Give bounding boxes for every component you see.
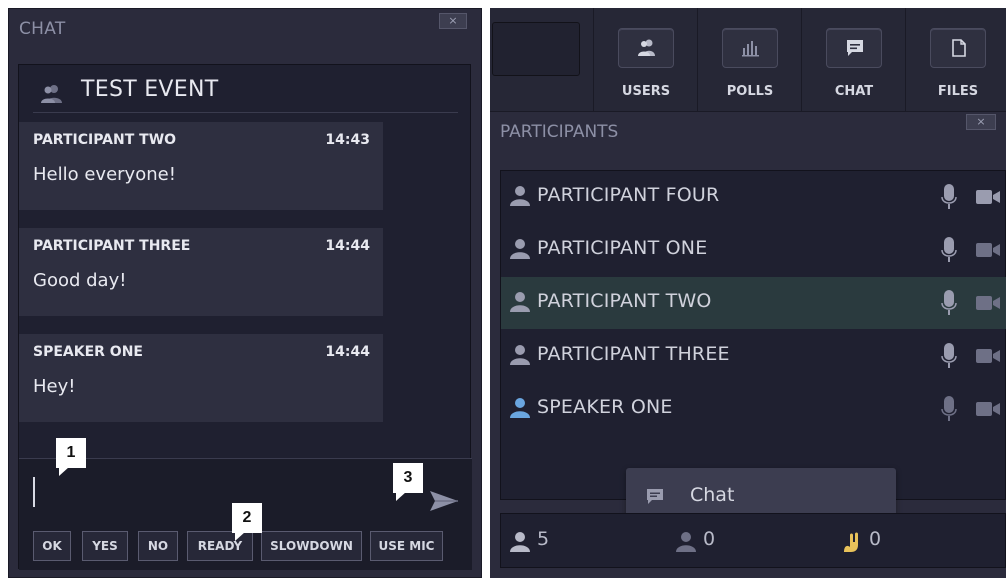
quick-reply-use-mic-button[interactable]: USE MIC [370, 531, 443, 561]
callout-marker: 2 [232, 503, 262, 541]
user-icon [510, 532, 530, 552]
participant-row[interactable]: PARTICIPANT ONE [501, 224, 1006, 276]
quick-reply-yes-button[interactable]: YES [82, 531, 128, 561]
users-icon [638, 39, 655, 56]
chat-close-button[interactable]: × [439, 13, 467, 29]
tab-files[interactable]: FILES [905, 8, 1006, 112]
participants-panel-title: PARTICIPANTS [500, 122, 619, 142]
quick-reply-no-button[interactable]: NO [138, 531, 178, 561]
chat-message: PARTICIPANT TWO 14:43 Hello everyone! [19, 122, 383, 210]
participant-row-selected[interactable]: PARTICIPANT TWO [501, 277, 1006, 329]
camera-icon[interactable] [975, 347, 1001, 365]
toolbar-slot [492, 22, 580, 76]
send-icon[interactable] [429, 489, 459, 513]
microphone-icon[interactable] [941, 395, 957, 423]
camera-icon[interactable] [975, 400, 1001, 418]
camera-icon[interactable] [975, 294, 1001, 312]
microphone-icon[interactable] [941, 289, 957, 317]
participant-name: PARTICIPANT TWO [537, 290, 712, 312]
chat-message-input[interactable] [29, 471, 399, 517]
tab-label: CHAT [834, 84, 874, 99]
chat-icon [847, 40, 863, 56]
chat-button[interactable] [826, 28, 882, 68]
divider [33, 112, 458, 113]
total-participants-count: 5 [537, 528, 550, 550]
polls-icon [742, 41, 759, 57]
message-text: Good day! [33, 270, 127, 291]
panel-separator [482, 0, 490, 578]
quick-reply-ok-button[interactable]: OK [33, 531, 71, 561]
tab-label: USERS [621, 84, 671, 99]
raised-hand-icon [844, 532, 858, 552]
chat-icon [647, 489, 663, 504]
camera-icon[interactable] [975, 188, 1001, 206]
message-time: 14:44 [325, 344, 370, 360]
users-icon [41, 85, 62, 103]
tab-users[interactable]: USERS [593, 8, 697, 112]
message-text: Hello everyone! [33, 164, 176, 185]
camera-icon[interactable] [975, 241, 1001, 259]
participant-name: PARTICIPANT FOUR [537, 184, 720, 206]
participants-status-bar: 5 0 0 [500, 513, 1006, 568]
files-button[interactable] [930, 28, 986, 68]
context-menu-item-chat[interactable]: Chat [690, 484, 734, 506]
callout-marker: 1 [56, 438, 86, 476]
user-icon [510, 186, 530, 206]
participant-name: PARTICIPANT THREE [537, 343, 730, 365]
user-icon [510, 239, 530, 259]
participants-panel: USERS POLLS CHAT FILES PARTICIPANTS × PA… [490, 8, 1006, 578]
inactive-user-icon [676, 532, 696, 552]
microphone-icon[interactable] [941, 236, 957, 264]
participant-name: SPEAKER ONE [537, 396, 673, 418]
user-icon [510, 345, 530, 365]
tab-label: FILES [937, 84, 979, 99]
message-sender: PARTICIPANT TWO [33, 132, 177, 148]
event-title: TEST EVENT [81, 77, 219, 102]
participants-list: PARTICIPANT FOUR PARTICIPANT ONE PARTICI… [500, 170, 1006, 524]
tab-label: POLLS [726, 84, 774, 99]
message-text: Hey! [33, 376, 76, 397]
participant-row[interactable]: PARTICIPANT THREE [501, 330, 1006, 382]
chat-panel-title: CHAT [19, 19, 66, 39]
text-caret [33, 477, 35, 507]
toolbar: USERS POLLS CHAT FILES [490, 8, 1006, 112]
speaker-user-icon [510, 398, 530, 418]
polls-button[interactable] [722, 28, 778, 68]
quick-reply-slowdown-button[interactable]: SLOWDOWN [261, 531, 362, 561]
participants-close-button[interactable]: × [966, 114, 996, 130]
chat-message: PARTICIPANT THREE 14:44 Good day! [19, 228, 383, 316]
message-time: 14:44 [325, 238, 370, 254]
users-button[interactable] [618, 28, 674, 68]
chat-message: SPEAKER ONE 14:44 Hey! [19, 334, 383, 422]
inactive-participants-count: 0 [703, 528, 716, 550]
participant-name: PARTICIPANT ONE [537, 237, 708, 259]
message-sender: SPEAKER ONE [33, 344, 143, 360]
microphone-icon[interactable] [941, 342, 957, 370]
participant-row[interactable]: SPEAKER ONE [501, 383, 1006, 435]
callout-marker: 3 [393, 463, 423, 501]
participant-row[interactable]: PARTICIPANT FOUR [501, 171, 1006, 223]
message-time: 14:43 [325, 132, 370, 148]
microphone-icon[interactable] [941, 183, 957, 211]
tab-polls[interactable]: POLLS [697, 8, 801, 112]
hands-raised-count: 0 [869, 528, 882, 550]
message-sender: PARTICIPANT THREE [33, 238, 191, 254]
files-icon [952, 39, 966, 57]
tab-chat[interactable]: CHAT [801, 8, 905, 112]
user-icon [510, 292, 530, 312]
